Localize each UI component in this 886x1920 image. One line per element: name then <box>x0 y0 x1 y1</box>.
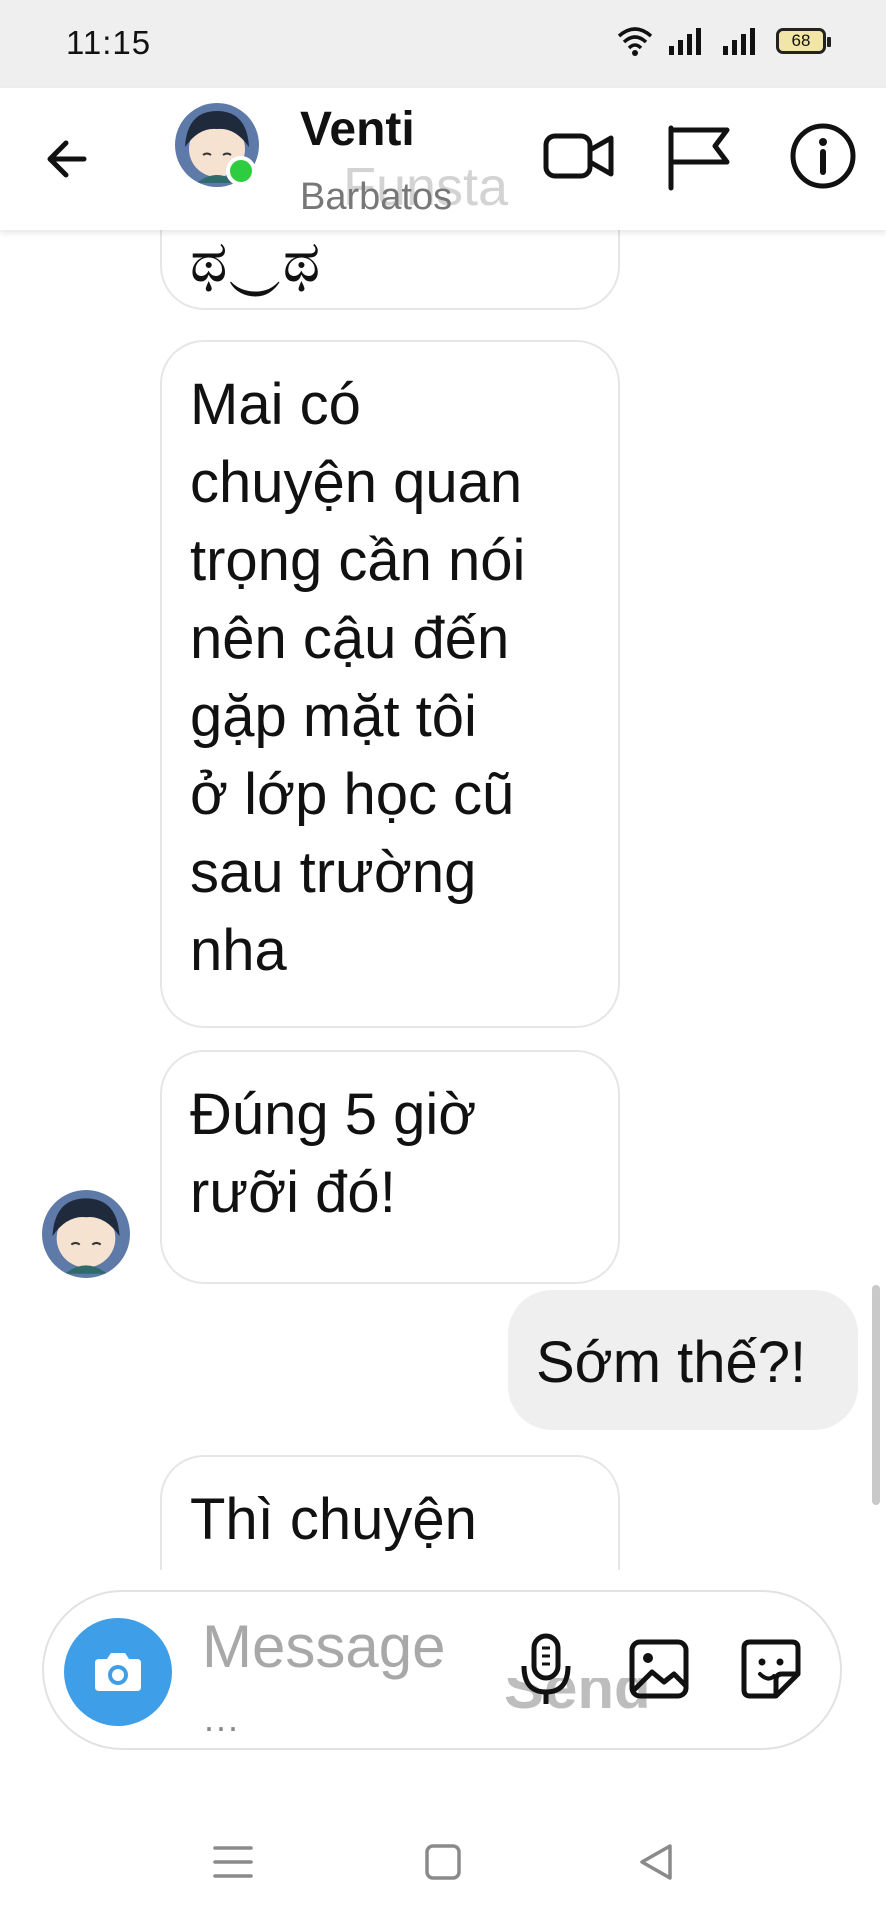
battery-level: 68 <box>791 31 811 50</box>
message-line: nha <box>190 918 287 983</box>
home-icon[interactable] <box>413 1832 473 1892</box>
message-line: Mai có <box>190 372 361 437</box>
video-call-icon[interactable] <box>541 118 617 194</box>
message-line: sau trường <box>190 840 477 905</box>
camera-button[interactable] <box>64 1618 172 1726</box>
recent-apps-icon[interactable] <box>203 1832 263 1892</box>
signal-icon <box>669 28 701 55</box>
message-bubble-incoming[interactable]: Mai có chuyện quan trọng cần nói nên cậu… <box>160 340 620 1028</box>
message-text: Sớm thế?! <box>536 1330 807 1395</box>
message-input[interactable]: Message <box>202 1612 445 1681</box>
message-line: chuyện quan <box>190 450 523 515</box>
message-bubble-incoming[interactable]: ಥ‿ಥ <box>160 230 620 310</box>
info-icon[interactable] <box>785 118 861 194</box>
message-line: Đúng 5 giờ <box>190 1082 477 1147</box>
input-ellipsis: ... <box>204 1698 241 1739</box>
message-line: gặp mặt tôi <box>190 684 477 749</box>
status-bar: 11:15 68 <box>0 0 886 88</box>
message-text: Thì chuyện <box>190 1487 477 1552</box>
camera-icon <box>95 1653 141 1691</box>
scrollbar-thumb[interactable] <box>872 1285 880 1505</box>
message-line: ở lớp học cũ <box>190 762 515 827</box>
contact-username: Barbatos <box>300 176 453 218</box>
microphone-icon[interactable] <box>511 1630 581 1710</box>
contact-name[interactable]: Venti <box>300 102 415 157</box>
battery-icon: 68 <box>776 28 831 54</box>
system-navigation-bar <box>0 1800 886 1920</box>
back-triangle-icon[interactable] <box>626 1832 686 1892</box>
signal-icon <box>723 28 755 55</box>
message-bubble-incoming[interactable]: Thì chuyện <box>160 1455 620 1570</box>
sticker-icon[interactable] <box>736 1630 806 1710</box>
message-line: nên cậu đến <box>190 606 510 671</box>
message-line: rưỡi đó! <box>190 1160 396 1225</box>
sender-avatar[interactable] <box>42 1190 130 1278</box>
message-bubble-incoming[interactable]: Đúng 5 giờ rưỡi đó! <box>160 1050 620 1284</box>
status-icons: 68 <box>616 26 831 56</box>
message-bubble-outgoing[interactable]: Sớm thế?! <box>508 1290 858 1430</box>
flag-icon[interactable] <box>661 118 737 194</box>
message-thread[interactable]: ಥ‿ಥ Mai có chuyện quan trọng cần nói nên… <box>0 230 886 1570</box>
status-time: 11:15 <box>66 24 152 61</box>
wifi-icon <box>617 27 653 56</box>
message-composer: Message ... Send <box>42 1590 842 1750</box>
message-text: ಥ‿ಥ <box>190 230 321 294</box>
online-status-dot <box>226 156 256 186</box>
message-line: trọng cần nói <box>190 528 526 593</box>
chat-header: Venti Funsta Barbatos <box>0 88 886 230</box>
back-arrow-icon[interactable] <box>40 133 100 185</box>
gallery-icon[interactable] <box>624 1630 694 1710</box>
